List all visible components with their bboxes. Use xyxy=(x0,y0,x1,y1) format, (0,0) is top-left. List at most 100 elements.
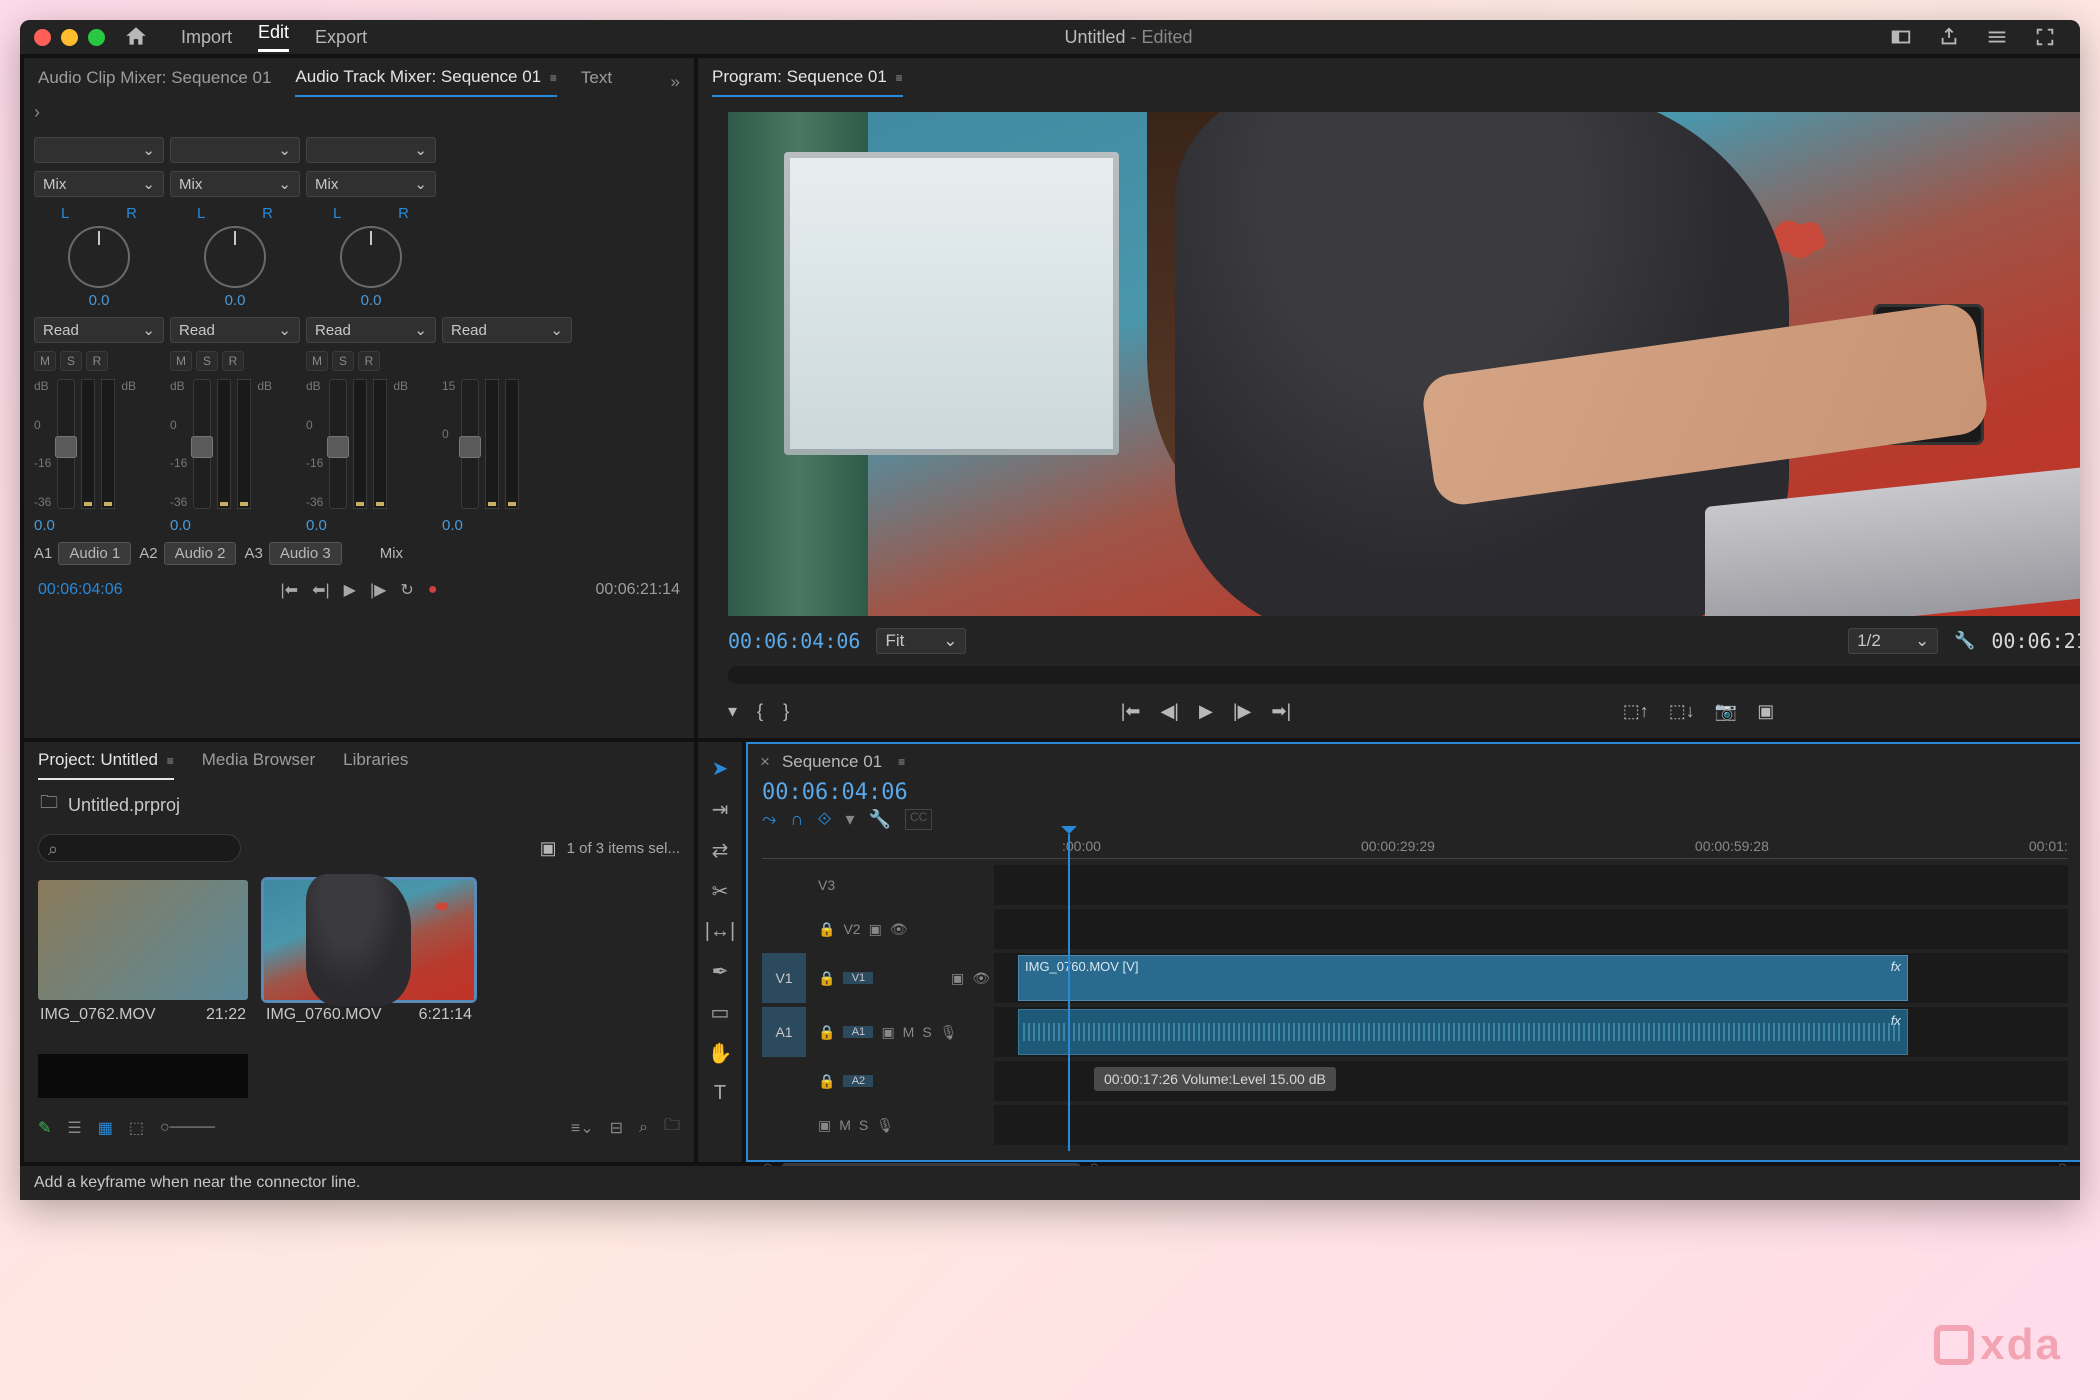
project-filter-input[interactable] xyxy=(38,834,241,862)
fullscreen-icon[interactable] xyxy=(2034,26,2056,48)
step-fwd-icon[interactable]: |▶ xyxy=(370,580,386,600)
tab-edit[interactable]: Edit xyxy=(258,22,289,52)
icon-view-icon[interactable]: ▦ xyxy=(98,1118,113,1138)
automate-icon[interactable]: ⊟ xyxy=(610,1118,623,1138)
eye-icon[interactable]: 👁 xyxy=(890,921,908,938)
type-tool-icon[interactable]: T xyxy=(714,1082,726,1105)
go-to-in-icon[interactable]: |⬅ xyxy=(281,580,299,600)
mixer-timecode-in[interactable]: 00:06:04:06 xyxy=(38,581,123,599)
settings-icon[interactable]: 🔧 xyxy=(869,809,891,830)
step-back-icon[interactable]: ⬅| xyxy=(312,580,330,600)
solo-button[interactable]: S xyxy=(922,1024,931,1040)
mixer-timecode-out[interactable]: 00:06:21:14 xyxy=(595,581,680,599)
marker-icon[interactable]: ▾ xyxy=(846,809,855,830)
audio-track-lane[interactable]: fx xyxy=(994,1007,2068,1057)
voice-over-icon[interactable]: 🎙 xyxy=(940,1024,958,1041)
toggle-output-icon[interactable]: ▣ xyxy=(869,921,882,938)
pen-tool-icon[interactable]: ✒ xyxy=(712,959,729,984)
tab-media-browser[interactable]: Media Browser xyxy=(202,750,315,780)
pan-knob[interactable] xyxy=(68,226,130,288)
overflow-icon[interactable]: » xyxy=(671,72,680,92)
volume-fader[interactable] xyxy=(57,379,75,509)
sort-icon[interactable]: ≡⌄ xyxy=(571,1118,594,1138)
audio-clip[interactable]: fx xyxy=(1018,1009,1908,1055)
lock-icon[interactable]: 🔒 xyxy=(818,970,835,987)
razor-tool-icon[interactable]: ✂ xyxy=(712,879,729,904)
linked-selection-icon[interactable]: ⟐ xyxy=(817,809,831,830)
program-scrubber[interactable] xyxy=(728,666,2080,684)
tab-project[interactable]: Project: Untitled ≡ xyxy=(38,750,174,780)
tab-libraries[interactable]: Libraries xyxy=(343,750,408,780)
tab-text[interactable]: Text xyxy=(581,68,612,96)
minimize-window-button[interactable] xyxy=(61,29,78,46)
timeline-timecode[interactable]: 00:06:04:06 xyxy=(762,780,908,805)
selection-tool-icon[interactable]: ➤ xyxy=(712,756,729,781)
sequence-tab[interactable]: Sequence 01 xyxy=(782,752,882,772)
program-video-view[interactable] xyxy=(728,112,2080,616)
wrench-icon[interactable]: 🔧 xyxy=(1954,631,1975,651)
maximize-window-button[interactable] xyxy=(88,29,105,46)
track-label-v2[interactable]: V2 xyxy=(843,921,860,937)
tab-import[interactable]: Import xyxy=(181,27,232,48)
quick-export-icon[interactable] xyxy=(1890,26,1912,48)
close-window-button[interactable] xyxy=(34,29,51,46)
source-patch-v1[interactable]: V1 xyxy=(762,953,806,1003)
new-bin-icon[interactable]: 🗀 xyxy=(664,1114,680,1141)
mark-out-icon[interactable]: } xyxy=(783,701,789,722)
play-icon[interactable]: ▶ xyxy=(1199,701,1213,722)
record-icon[interactable]: ● xyxy=(428,581,438,599)
chevron-right-icon[interactable]: › xyxy=(34,102,40,122)
lock-icon[interactable]: 🔒 xyxy=(818,1073,835,1090)
cc-icon[interactable]: CC xyxy=(905,809,932,830)
freeform-view-icon[interactable]: ⬚ xyxy=(129,1118,144,1138)
go-to-in-icon[interactable]: |⬅ xyxy=(1121,701,1141,722)
rectangle-tool-icon[interactable]: ▭ xyxy=(711,1000,730,1025)
mute-button[interactable]: M xyxy=(903,1024,915,1040)
add-marker-icon[interactable]: ▾ xyxy=(728,701,737,722)
loop-icon[interactable]: ↻ xyxy=(400,580,413,600)
ripple-edit-tool-icon[interactable]: ⇄ xyxy=(712,838,729,863)
lift-icon[interactable]: ⬚↑ xyxy=(1623,701,1649,722)
insert-icon[interactable]: ⤳ xyxy=(762,809,776,830)
video-clip[interactable]: IMG_0760.MOV [V]fx xyxy=(1018,955,1908,1001)
play-icon[interactable]: ▶ xyxy=(344,580,356,600)
toggle-output-icon[interactable]: ▣ xyxy=(881,1024,894,1041)
playhead[interactable] xyxy=(1068,834,1070,1151)
compare-icon[interactable]: ▣ xyxy=(1757,701,1774,722)
lock-icon[interactable]: 🔒 xyxy=(818,921,835,938)
tab-export[interactable]: Export xyxy=(315,27,367,48)
output-dropdown[interactable]: ⌄ xyxy=(34,137,164,163)
list-view-icon[interactable]: ☰ xyxy=(67,1118,81,1138)
video-track-lane[interactable]: IMG_0760.MOV [V]fx xyxy=(994,953,2068,1003)
mix-dropdown[interactable]: Mix⌄ xyxy=(34,171,164,197)
hamburger-icon[interactable]: ≡ xyxy=(898,755,905,769)
eye-icon[interactable]: 👁 xyxy=(972,970,990,987)
fit-dropdown[interactable]: Fit⌄ xyxy=(876,628,966,654)
track-select-tool-icon[interactable]: ⇥ xyxy=(712,797,729,822)
record-button[interactable]: R xyxy=(86,351,108,371)
close-tab-icon[interactable]: × xyxy=(760,752,770,772)
source-patch-a1[interactable]: A1 xyxy=(762,1007,806,1057)
slip-tool-icon[interactable]: |↔| xyxy=(705,920,735,943)
track-label-v3[interactable]: V3 xyxy=(818,877,835,893)
mark-in-icon[interactable]: { xyxy=(757,701,763,722)
snap-icon[interactable]: ∩ xyxy=(790,809,803,830)
resolution-dropdown[interactable]: 1/2⌄ xyxy=(1848,628,1938,654)
zoom-slider[interactable]: ○──── xyxy=(160,1119,215,1137)
export-frame-icon[interactable]: 📷 xyxy=(1715,701,1737,722)
clip-thumbnail[interactable]: IMG_0760.MOV6:21:14 xyxy=(264,880,474,1030)
lock-icon[interactable]: 🔒 xyxy=(818,1024,835,1041)
tab-track-mixer[interactable]: Audio Track Mixer: Sequence 01 ≡ xyxy=(295,67,556,97)
step-fwd-icon[interactable]: |▶ xyxy=(1233,701,1252,722)
home-icon[interactable] xyxy=(123,24,149,50)
find-icon[interactable]: ⌕ xyxy=(639,1119,648,1137)
step-back-icon[interactable]: ◀| xyxy=(1160,701,1179,722)
automation-dropdown[interactable]: Read⌄ xyxy=(34,317,164,343)
mute-button[interactable]: M xyxy=(34,351,56,371)
go-to-out-icon[interactable]: ➡| xyxy=(1271,701,1291,722)
solo-button[interactable]: S xyxy=(60,351,82,371)
program-timecode[interactable]: 00:06:04:06 xyxy=(728,629,860,653)
workspace-settings-icon[interactable] xyxy=(1986,26,2008,48)
tab-program[interactable]: Program: Sequence 01 ≡ xyxy=(712,67,903,97)
clip-thumbnail[interactable]: IMG_0762.MOV21:22 xyxy=(38,880,248,1030)
